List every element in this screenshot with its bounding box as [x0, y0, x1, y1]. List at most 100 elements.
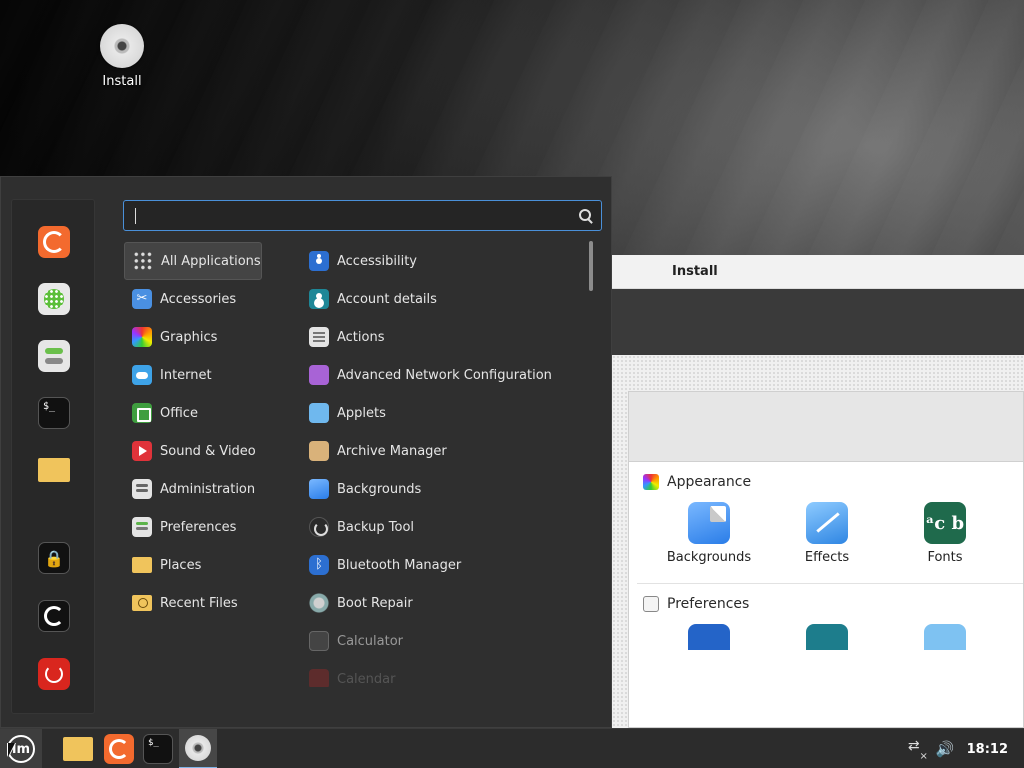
- search-box[interactable]: [123, 200, 602, 231]
- app-label: Calculator: [337, 633, 404, 649]
- category-administration[interactable]: Administration: [124, 470, 294, 508]
- app-label: Actions: [337, 329, 385, 345]
- app-label: Accessibility: [337, 253, 417, 269]
- category-label: All Applications: [161, 253, 261, 269]
- app-label: Applets: [337, 405, 386, 421]
- settings-item-effects[interactable]: Effects: [787, 502, 867, 565]
- applets-icon: [309, 403, 329, 423]
- category-all-applications[interactable]: All Applications: [124, 242, 262, 280]
- category-office[interactable]: Office: [124, 394, 294, 432]
- backgrounds-icon: [688, 502, 730, 544]
- menu-button[interactable]: lm: [0, 729, 42, 768]
- clock[interactable]: 18:12: [967, 742, 1008, 757]
- window-header-band: [612, 289, 1024, 355]
- app-archive-manager[interactable]: Archive Manager: [301, 432, 586, 470]
- category-list: All Applications Accessories Graphics In…: [124, 242, 294, 622]
- app-calculator[interactable]: Calculator: [301, 622, 586, 660]
- app-label: Calendar: [337, 671, 396, 687]
- app-backup-tool[interactable]: Backup Tool: [301, 508, 586, 546]
- category-recent-files[interactable]: Recent Files: [124, 584, 294, 622]
- preferences-icon: [643, 596, 659, 612]
- category-accessories[interactable]: Accessories: [124, 280, 294, 318]
- archive-manager-icon: [309, 441, 329, 461]
- category-preferences[interactable]: Preferences: [124, 508, 294, 546]
- volume-icon[interactable]: 🔊: [936, 740, 955, 758]
- accessibility-icon: [309, 251, 329, 271]
- actions-icon: [309, 327, 329, 347]
- app-applets[interactable]: Applets: [301, 394, 586, 432]
- taskbar-firefox-icon[interactable]: [104, 734, 134, 764]
- app-boot-repair[interactable]: Boot Repair: [301, 584, 586, 622]
- category-places[interactable]: Places: [124, 546, 294, 584]
- taskbar-terminal-icon[interactable]: $_: [143, 734, 173, 764]
- office-icon: [132, 403, 152, 423]
- app-backgrounds[interactable]: Backgrounds: [301, 470, 586, 508]
- favorite-software-manager-icon[interactable]: [38, 283, 70, 315]
- section-title: Appearance: [667, 474, 752, 490]
- favorite-folder-icon[interactable]: [38, 458, 70, 482]
- settings-item-label: Fonts: [927, 550, 963, 565]
- section-appearance: Appearance: [629, 462, 1023, 490]
- app-accessibility[interactable]: Accessibility: [301, 242, 586, 280]
- category-label: Internet: [160, 367, 212, 383]
- accessibility-icon: [688, 624, 730, 650]
- mouse-cursor-icon: [8, 743, 15, 757]
- network-disconnected-icon[interactable]: [908, 738, 928, 762]
- app-label: Boot Repair: [337, 595, 413, 611]
- category-label: Accessories: [160, 291, 237, 307]
- app-calendar[interactable]: Calendar: [301, 660, 586, 687]
- folder-icon: [132, 557, 152, 573]
- category-graphics[interactable]: Graphics: [124, 318, 294, 356]
- app-bluetooth-manager[interactable]: Bluetooth Manager: [301, 546, 586, 584]
- category-internet[interactable]: Internet: [124, 356, 294, 394]
- administration-icon: [132, 479, 152, 499]
- preferences-icon: [132, 517, 152, 537]
- taskbar-folder-icon[interactable]: [63, 737, 93, 761]
- install-window[interactable]: Install Appearance Backgrounds Effects ᵃ…: [612, 255, 1024, 728]
- category-label: Office: [160, 405, 198, 421]
- disc-icon: [185, 735, 211, 761]
- settings-item-applets[interactable]: [905, 624, 985, 650]
- accessories-icon: [132, 289, 152, 309]
- app-label: Archive Manager: [337, 443, 447, 459]
- category-label: Recent Files: [160, 595, 238, 611]
- favorite-lock-icon[interactable]: 🔒: [38, 542, 70, 574]
- app-account-details[interactable]: Account details: [301, 280, 586, 318]
- settings-item-backgrounds[interactable]: Backgrounds: [666, 502, 752, 565]
- settings-item-fonts[interactable]: ᵃc b Fonts: [905, 502, 985, 565]
- internet-icon: [132, 365, 152, 385]
- network-config-icon: [309, 365, 329, 385]
- backup-tool-icon: [309, 517, 329, 537]
- app-actions[interactable]: Actions: [301, 318, 586, 356]
- recent-files-icon: [132, 595, 152, 611]
- settings-item-label: Backgrounds: [666, 550, 752, 565]
- settings-item-accessibility[interactable]: [669, 624, 749, 650]
- taskbar: lm $_ 🔊 18:12: [0, 728, 1024, 768]
- search-input[interactable]: [124, 201, 579, 230]
- system-tray: 🔊 18:12: [908, 729, 1008, 768]
- account-details-icon: [806, 624, 848, 650]
- favorite-settings-toggles-icon[interactable]: [38, 340, 70, 372]
- app-list-scrollbar[interactable]: [589, 241, 593, 291]
- window-titlebar[interactable]: Install: [612, 255, 1024, 289]
- favorite-power-icon[interactable]: [38, 658, 70, 690]
- search-icon[interactable]: [579, 208, 593, 223]
- app-label: Backup Tool: [337, 519, 415, 535]
- favorite-firefox-icon[interactable]: [38, 226, 70, 258]
- applets-icon: [924, 624, 966, 650]
- desktop-icon-install[interactable]: Install: [92, 24, 152, 89]
- favorite-terminal-icon[interactable]: $_: [38, 397, 70, 429]
- fonts-icon: ᵃc b: [924, 502, 966, 544]
- window-title: Install: [672, 264, 718, 279]
- app-label: Advanced Network Configuration: [337, 367, 552, 383]
- taskbar-window-install[interactable]: [179, 729, 217, 768]
- settings-panel: Appearance Backgrounds Effects ᵃc b Font…: [628, 391, 1024, 728]
- app-advanced-network-configuration[interactable]: Advanced Network Configuration: [301, 356, 586, 394]
- category-sound-video[interactable]: Sound & Video: [124, 432, 294, 470]
- section-preferences: Preferences: [629, 584, 1023, 612]
- graphics-icon: [132, 327, 152, 347]
- settings-item-account-details[interactable]: [787, 624, 867, 650]
- sound-video-icon: [132, 441, 152, 461]
- favorite-logout-icon[interactable]: [38, 600, 70, 632]
- settings-header: [629, 392, 1023, 462]
